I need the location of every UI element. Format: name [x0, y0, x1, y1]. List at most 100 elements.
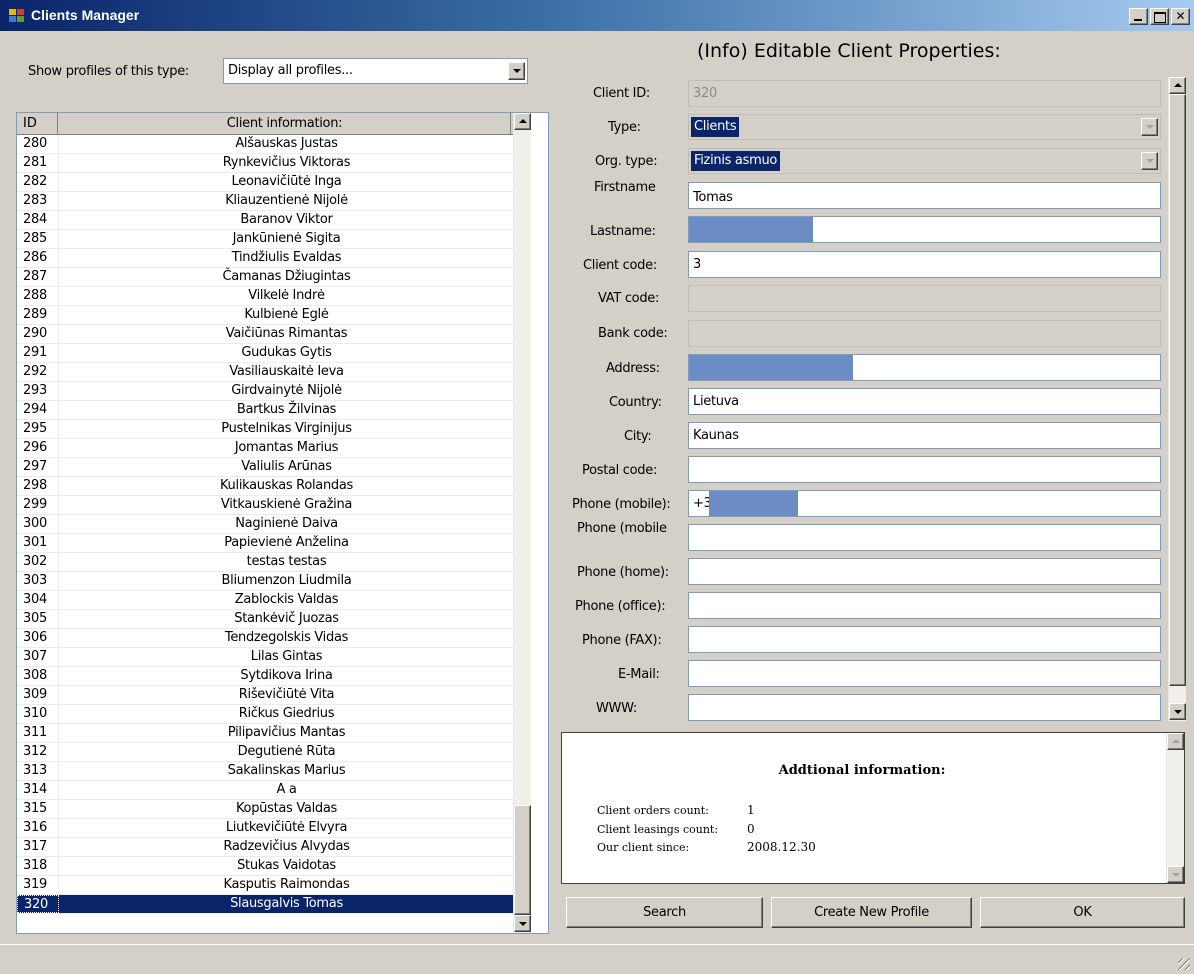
- minimize-button[interactable]: [1129, 8, 1148, 25]
- table-row[interactable]: 317 Radzevičius Alvydas: [17, 838, 514, 857]
- table-row[interactable]: 304 Zablockis Valdas: [17, 591, 514, 610]
- list-scrollbar[interactable]: [513, 113, 531, 933]
- phone-mobile2-label: Phone (mobile: [577, 521, 667, 536]
- type-chevron-down-icon[interactable]: [1141, 118, 1158, 136]
- info-scroll-up-button[interactable]: [1167, 733, 1184, 750]
- leasings-count-label: Client leasings count:: [597, 823, 719, 836]
- properties-scrollbar[interactable]: [1168, 77, 1186, 721]
- org-type-chevron-down-icon[interactable]: [1141, 152, 1158, 170]
- ok-button[interactable]: OK: [980, 897, 1185, 928]
- table-row[interactable]: 305 Stankėvič Juozas: [17, 610, 514, 629]
- table-row[interactable]: 296 Jomantas Marius: [17, 439, 514, 458]
- type-select[interactable]: Clients: [688, 114, 1161, 140]
- scroll-thumb[interactable]: [514, 805, 531, 915]
- info-scroll-down-button[interactable]: [1167, 866, 1184, 883]
- table-row[interactable]: 314 A a: [17, 781, 514, 800]
- row-client-info: Riševičiūtė Vita: [238, 687, 335, 702]
- table-row[interactable]: 283 Kliauzentienė Nijolė: [17, 192, 514, 211]
- postal-code-label: Postal code:: [582, 463, 658, 478]
- lastname-field[interactable]: [688, 216, 1161, 243]
- table-row[interactable]: 301 Papievienė Anželina: [17, 534, 514, 553]
- table-row[interactable]: 319 Kasputis Raimondas: [17, 876, 514, 895]
- table-row[interactable]: 311 Pilipavičius Mantas: [17, 724, 514, 743]
- country-value: Lietuva: [693, 394, 739, 409]
- email-field[interactable]: [688, 660, 1161, 687]
- table-row[interactable]: 284 Baranov Viktor: [17, 211, 514, 230]
- table-row[interactable]: 315 Kopūstas Valdas: [17, 800, 514, 819]
- table-row[interactable]: 300 Naginienė Daiva: [17, 515, 514, 534]
- column-header-info[interactable]: Client information:: [59, 113, 511, 134]
- table-row[interactable]: 312 Degutienė Rūta: [17, 743, 514, 762]
- scroll-down-button[interactable]: [514, 915, 531, 932]
- resize-grip-icon[interactable]: [1178, 958, 1190, 970]
- row-id: 294: [17, 401, 59, 419]
- table-row[interactable]: 293 Girdvainytė Nijolė: [17, 382, 514, 401]
- table-row[interactable]: 292 Vasiliauskaitė Ieva: [17, 363, 514, 382]
- table-row[interactable]: 288 Vilkelė Indrė: [17, 287, 514, 306]
- client-list[interactable]: ID Client information: 280 Alšauskas Just…: [16, 112, 549, 934]
- table-row[interactable]: 287 Čamanas Džiugintas: [17, 268, 514, 287]
- table-row[interactable]: 298 Kulikauskas Rolandas: [17, 477, 514, 496]
- search-button[interactable]: Search: [566, 897, 763, 928]
- info-scrollbar[interactable]: [1166, 733, 1184, 883]
- postal-code-field[interactable]: [688, 456, 1161, 483]
- table-row[interactable]: 316 Liutkevičiūtė Elvyra: [17, 819, 514, 838]
- table-row[interactable]: 281 Rynkevičius Viktoras: [17, 154, 514, 173]
- table-row[interactable]: 302 testas testas: [17, 553, 514, 572]
- table-row[interactable]: 291 Gudukas Gytis: [17, 344, 514, 363]
- table-row[interactable]: 285 Jankūnienė Sigita: [17, 230, 514, 249]
- country-field[interactable]: Lietuva: [688, 388, 1161, 415]
- org-type-select[interactable]: Fizinis asmuo: [688, 148, 1161, 174]
- properties-scroll-up-button[interactable]: [1169, 77, 1186, 94]
- table-row[interactable]: 290 Vaičiūnas Rimantas: [17, 325, 514, 344]
- table-row[interactable]: 313 Sakalinskas Marius: [17, 762, 514, 781]
- phone-fax-field[interactable]: [688, 626, 1161, 653]
- table-row[interactable]: 282 Leonavičiūtė Inga: [17, 173, 514, 192]
- maximize-button[interactable]: [1150, 8, 1169, 25]
- city-field[interactable]: Kaunas: [688, 422, 1161, 449]
- row-client-info: Rynkevičius Viktoras: [222, 155, 351, 170]
- title-bar[interactable]: Clients Manager ✕: [0, 0, 1194, 31]
- phone-mobile2-field[interactable]: [688, 524, 1161, 551]
- phone-office-field[interactable]: [688, 592, 1161, 619]
- table-row[interactable]: 308 Sytdikova Irina: [17, 667, 514, 686]
- table-row[interactable]: 299 Vitkauskienė Gražina: [17, 496, 514, 515]
- list-rows: 280 Alšauskas Justas 281 Rynkevičius Viktor…: [17, 135, 514, 914]
- row-id: 306: [17, 629, 59, 647]
- properties-scroll-down-button[interactable]: [1169, 703, 1186, 720]
- create-profile-button[interactable]: Create New Profile: [771, 897, 972, 928]
- row-client-info: Bartkus Žilvinas: [236, 402, 337, 417]
- table-row[interactable]: 286 Tindžiulis Evaldas: [17, 249, 514, 268]
- table-row[interactable]: 320 Slausgalvis Tomas: [17, 895, 514, 914]
- table-row[interactable]: 310 Ričkus Giedrius: [17, 705, 514, 724]
- address-field[interactable]: [688, 354, 1161, 381]
- table-row[interactable]: 280 Alšauskas Justas: [17, 135, 514, 154]
- table-row[interactable]: 309 Riševičiūtė Vita: [17, 686, 514, 705]
- www-field[interactable]: [688, 694, 1161, 721]
- type-label: Type:: [608, 120, 641, 135]
- row-client-info: Vaičiūnas Rimantas: [225, 326, 348, 341]
- properties-scroll-thumb[interactable]: [1169, 94, 1186, 686]
- close-button[interactable]: ✕: [1171, 8, 1190, 25]
- table-row[interactable]: 306 Tendzegolskis Vidas: [17, 629, 514, 648]
- row-client-info: Kulikauskas Rolandas: [219, 478, 353, 493]
- table-row[interactable]: 307 Lilas Gintas: [17, 648, 514, 667]
- table-row[interactable]: 303 Bliumenzon Liudmila: [17, 572, 514, 591]
- row-client-info: Radzevičius Alvydas: [223, 839, 350, 854]
- scroll-up-button[interactable]: [514, 113, 531, 130]
- chevron-down-icon[interactable]: [508, 62, 525, 80]
- table-row[interactable]: 297 Valiulis Arūnas: [17, 458, 514, 477]
- client-code-field[interactable]: 3: [688, 251, 1161, 278]
- firstname-field[interactable]: Tomas: [688, 182, 1161, 209]
- table-row[interactable]: 294 Bartkus Žilvinas: [17, 401, 514, 420]
- column-header-id[interactable]: ID: [17, 113, 58, 134]
- phone-home-field[interactable]: [688, 558, 1161, 585]
- table-row[interactable]: 295 Pustelnikas Virginijus: [17, 420, 514, 439]
- row-id: 316: [17, 819, 59, 837]
- vat-code-field: [688, 285, 1161, 312]
- profile-type-select[interactable]: Display all profiles...: [223, 58, 528, 84]
- table-row[interactable]: 289 Kulbienė Eglė: [17, 306, 514, 325]
- row-id: 290: [17, 325, 59, 343]
- table-row[interactable]: 318 Stukas Vaidotas: [17, 857, 514, 876]
- phone-mobile-field[interactable]: +3: [688, 490, 1161, 517]
